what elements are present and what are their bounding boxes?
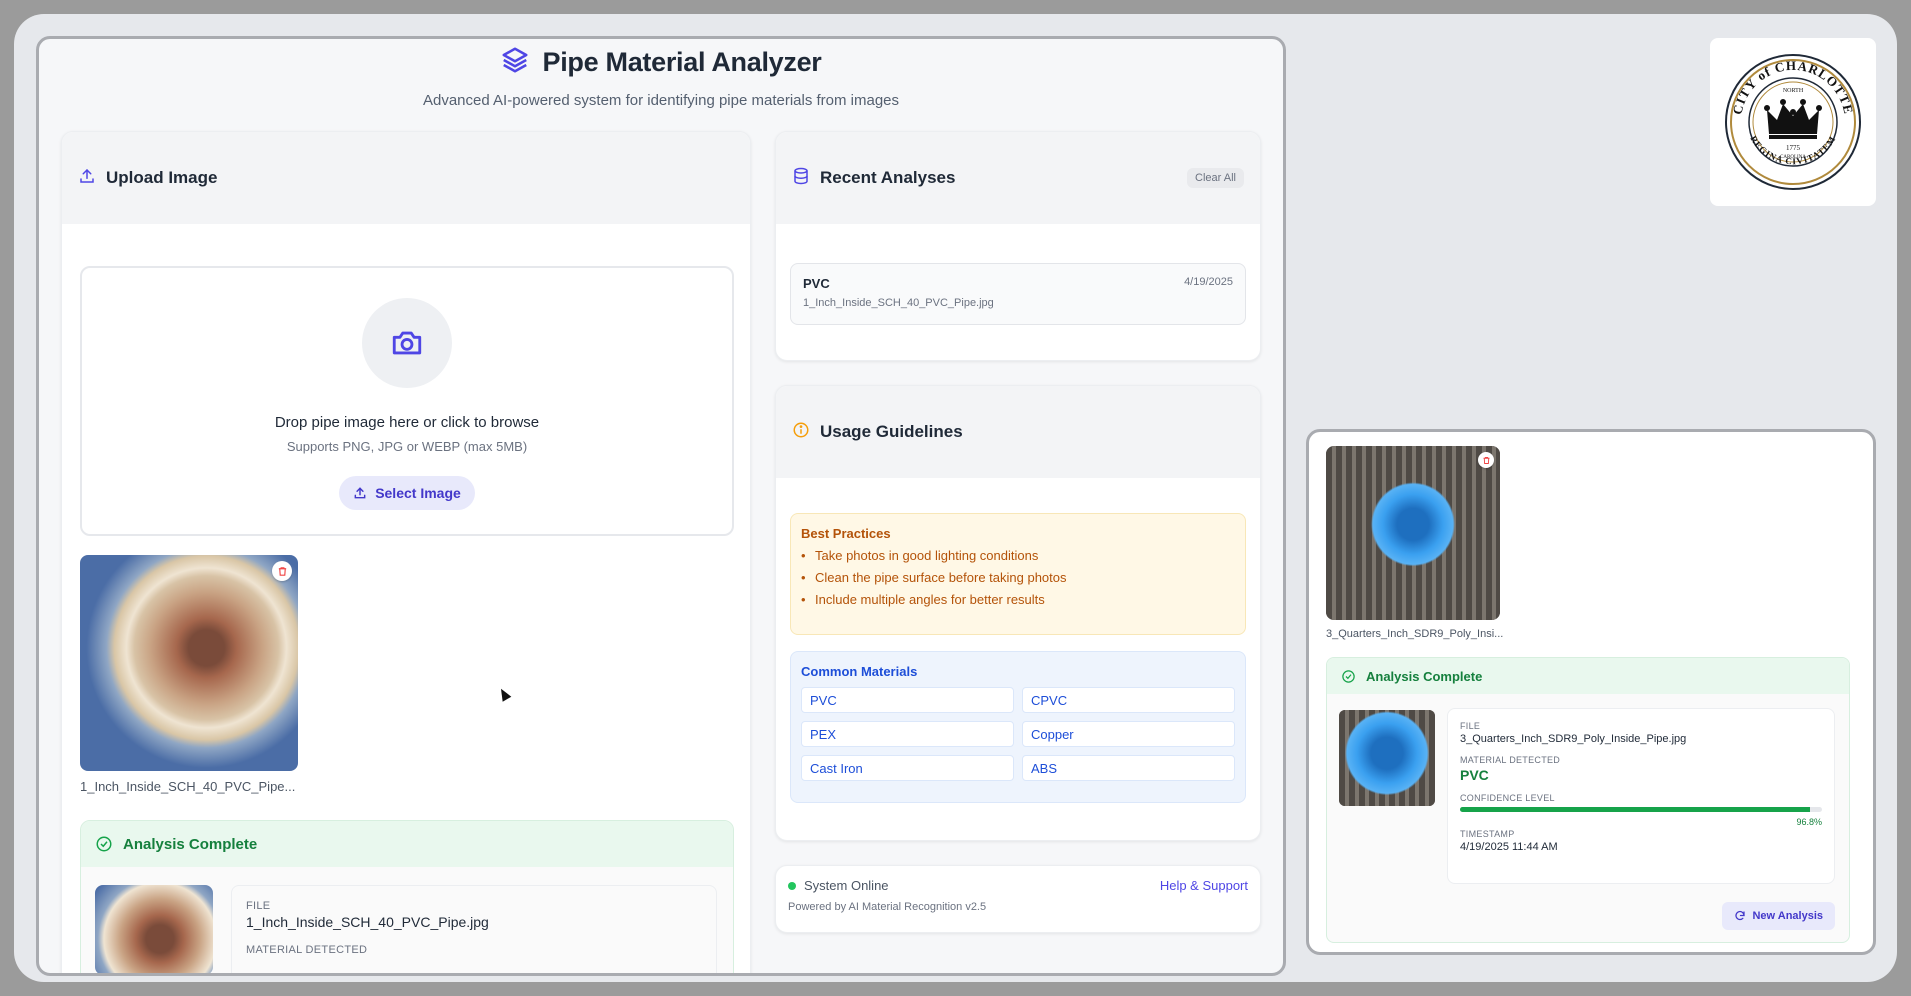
trash-icon: [278, 566, 286, 576]
secondary-window: 3_Quarters_Inch_SDR9_Poly_Insi... Analys…: [1306, 429, 1876, 955]
pipe-photo: [80, 555, 298, 771]
file-label: FILE: [246, 900, 271, 912]
recent-analyses-card: Recent Analyses Clear All PVC 1_Inch_Ins…: [775, 131, 1261, 361]
result-thumbnail: [95, 885, 213, 973]
info-icon: [792, 421, 810, 444]
new-analysis-label: New Analysis: [1752, 910, 1823, 922]
city-seal-logo: CITY of CHARLOTTE REGINA CIVITATEM NORTH…: [1710, 38, 1876, 206]
result-thumbnail: [1339, 710, 1435, 806]
best-practices-title: Best Practices: [801, 526, 891, 541]
result-details: FILE 1_Inch_Inside_SCH_40_PVC_Pipe.jpg M…: [231, 885, 717, 973]
timestamp-label: TIMESTAMP: [1460, 829, 1515, 839]
confidence-fill: [1460, 807, 1811, 812]
help-support-link[interactable]: Help & Support: [1160, 878, 1248, 893]
analysis-status-label: Analysis Complete: [1366, 668, 1483, 684]
confidence-value: 96.8%: [1796, 817, 1822, 827]
delete-image-button[interactable]: [272, 561, 292, 581]
thumbnail-filename: 3_Quarters_Inch_SDR9_Poly_Insi...: [1326, 628, 1504, 640]
result-details: FILE 3_Quarters_Inch_SDR9_Poly_Inside_Pi…: [1447, 708, 1835, 884]
material-value: PVC: [1460, 767, 1489, 783]
online-dot-icon: [788, 881, 796, 890]
analysis-result-panel: Analysis Complete FILE 1_Inch_Inside_SCH…: [80, 820, 734, 973]
usage-guidelines-card: Usage Guidelines Best Practices Take pho…: [775, 385, 1261, 841]
recent-item-material: PVC: [803, 276, 830, 291]
material-chip: Cast Iron: [801, 755, 1014, 781]
uploaded-thumbnail: [1326, 446, 1500, 620]
recent-item-file: 1_Inch_Inside_SCH_40_PVC_Pipe.jpg: [803, 297, 994, 309]
material-chip: PVC: [801, 687, 1014, 713]
analysis-status-label: Analysis Complete: [123, 835, 258, 853]
drop-title: Drop pipe image here or click to browse: [274, 414, 540, 431]
best-practice-item: Include multiple angles for better resul…: [801, 592, 1235, 607]
pipe-photo: [1326, 446, 1500, 620]
camera-icon: [362, 298, 452, 388]
svg-text:1775: 1775: [1786, 144, 1801, 152]
material-label: MATERIAL DETECTED: [1460, 755, 1561, 765]
material-chip: CPVC: [1022, 687, 1235, 713]
screen: Pipe Material Analyzer Advanced AI-power…: [14, 14, 1897, 982]
common-materials-title: Common Materials: [801, 664, 918, 679]
system-status-card: System Online Help & Support Powered by …: [775, 865, 1261, 933]
best-practices-box: Best Practices Take photos in good light…: [790, 513, 1246, 635]
check-circle-icon: [1342, 669, 1355, 683]
analysis-status: Analysis Complete: [1327, 658, 1849, 694]
delete-image-button[interactable]: [1478, 452, 1494, 468]
database-icon: [792, 167, 810, 190]
usage-header: Usage Guidelines: [776, 386, 1260, 478]
layers-icon: [500, 45, 530, 80]
select-image-button[interactable]: Select Image: [339, 476, 475, 510]
new-analysis-button[interactable]: New Analysis: [1722, 902, 1835, 930]
page-subtitle: Advanced AI-powered system for identifyi…: [422, 92, 900, 109]
thumbnail-filename: 1_Inch_Inside_SCH_40_PVC_Pipe...: [80, 779, 296, 794]
recent-heading: Recent Analyses: [820, 168, 956, 187]
recent-item-date: 4/19/2025: [1184, 276, 1233, 288]
powered-by-text: Powered by AI Material Recognition v2.5: [788, 901, 987, 913]
svg-text:NORTH: NORTH: [1783, 88, 1804, 94]
select-image-label: Select Image: [375, 485, 461, 501]
page-title: Pipe Material Analyzer: [542, 47, 822, 77]
material-label: MATERIAL DETECTED: [246, 944, 368, 956]
analysis-status: Analysis Complete: [81, 821, 733, 867]
clear-all-button[interactable]: Clear All: [1187, 168, 1244, 188]
main-window: Pipe Material Analyzer Advanced AI-power…: [36, 36, 1286, 976]
material-chip: ABS: [1022, 755, 1235, 781]
usage-heading: Usage Guidelines: [820, 422, 963, 441]
upload-icon: [354, 487, 366, 499]
best-practice-item: Take photos in good lighting conditions: [801, 548, 1235, 563]
drop-subtitle: Supports PNG, JPG or WEBP (max 5MB): [286, 439, 528, 454]
mouse-cursor: [496, 686, 512, 702]
analysis-result-panel: Analysis Complete FILE 3_Quarters_Inch_S…: [1326, 657, 1850, 943]
upload-icon: [78, 167, 96, 190]
timestamp-value: 4/19/2025 11:44 AM: [1460, 841, 1558, 853]
file-value: 1_Inch_Inside_SCH_40_PVC_Pipe.jpg: [246, 914, 489, 930]
svg-text:CAROLINA: CAROLINA: [1780, 155, 1806, 160]
upload-card: Upload Image Drop pipe image here or cli…: [61, 131, 751, 973]
confidence-label: CONFIDENCE LEVEL: [1460, 793, 1555, 803]
system-status-label: System Online: [804, 878, 889, 893]
file-value: 3_Quarters_Inch_SDR9_Poly_Inside_Pipe.jp…: [1460, 733, 1687, 745]
dropzone[interactable]: Drop pipe image here or click to browse …: [80, 266, 734, 536]
trash-icon: [1483, 456, 1489, 464]
confidence-bar: [1460, 807, 1822, 812]
recent-item[interactable]: PVC 1_Inch_Inside_SCH_40_PVC_Pipe.jpg 4/…: [790, 263, 1246, 325]
best-practice-item: Clean the pipe surface before taking pho…: [801, 570, 1235, 585]
common-materials-box: Common Materials PVC CPVC PEX Copper Cas…: [790, 651, 1246, 803]
file-label: FILE: [1460, 721, 1481, 731]
app-header: Pipe Material Analyzer Advanced AI-power…: [39, 39, 1283, 109]
uploaded-thumbnail: [80, 555, 298, 771]
recent-header: Recent Analyses Clear All: [776, 132, 1260, 224]
upload-heading: Upload Image: [106, 168, 218, 187]
upload-header: Upload Image: [62, 132, 750, 224]
refresh-icon: [1735, 910, 1746, 921]
material-chip: PEX: [801, 721, 1014, 747]
check-circle-icon: [96, 836, 112, 852]
material-chip: Copper: [1022, 721, 1235, 747]
